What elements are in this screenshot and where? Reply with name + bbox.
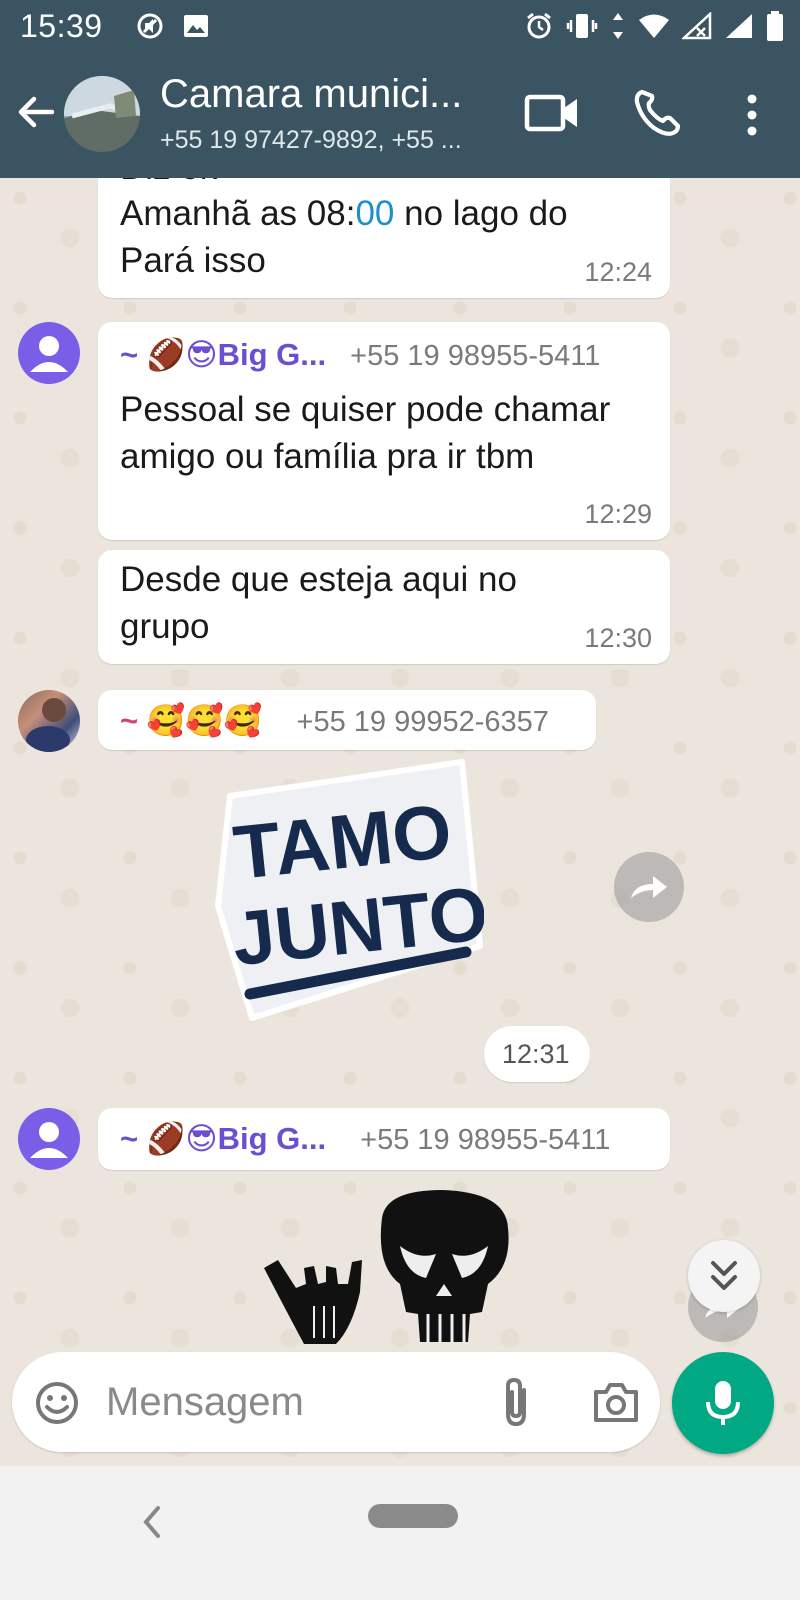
- data-arrows-icon: [613, 13, 623, 39]
- mic-icon: [706, 1381, 740, 1425]
- message-time: 12:29: [584, 499, 652, 529]
- message-text: Pessoal se quiser pode chamar amigo ou f…: [120, 390, 611, 476]
- nav-home-pill[interactable]: [368, 1504, 458, 1528]
- group-participants[interactable]: +55 19 97427-9892, +55 ...: [160, 126, 490, 155]
- sender-phone[interactable]: +55 19 99952-6357: [297, 706, 549, 739]
- more-vert-icon[interactable]: [732, 90, 772, 140]
- scroll-to-bottom-button[interactable]: [688, 1240, 760, 1312]
- mic-button[interactable]: [672, 1352, 774, 1454]
- shaka-hand-icon: [264, 1260, 362, 1344]
- nav-back-icon[interactable]: [136, 1502, 166, 1542]
- camera-icon[interactable]: [592, 1380, 640, 1424]
- message-time: 12:24: [584, 257, 652, 287]
- sticker-tamo-junto[interactable]: TAMO JUNTO: [212, 756, 492, 1024]
- message-input[interactable]: [106, 1376, 476, 1428]
- time-pill: 12:31: [484, 1026, 590, 1082]
- double-chevron-down-icon: [711, 1261, 737, 1290]
- avatar[interactable]: [18, 1108, 80, 1170]
- phone-link-digits[interactable]: 00: [355, 194, 394, 233]
- signal-x-icon: [682, 12, 712, 40]
- sender-name[interactable]: ~ 🥰🥰🥰: [120, 702, 263, 739]
- status-bar: 15:39: [0, 0, 800, 52]
- punisher-skull-icon: [380, 1190, 509, 1342]
- message-bubble[interactable]: Desde que esteja aqui no grupo 12:30: [98, 550, 670, 664]
- message-text: Desde que esteja aqui no grupo: [120, 560, 517, 646]
- message-composer[interactable]: [12, 1352, 660, 1452]
- forward-icon: [631, 876, 667, 898]
- group-avatar[interactable]: [64, 76, 140, 152]
- battery-icon: [767, 11, 783, 41]
- message-time: 12:31: [502, 1039, 570, 1069]
- avatar[interactable]: [18, 322, 80, 384]
- sender-header-bubble[interactable]: ~ 🥰🥰🥰 +55 19 99952-6357: [98, 690, 596, 750]
- sender-header-bubble[interactable]: ~ 🏈😎Big G... +55 19 98955-5411: [98, 1108, 670, 1170]
- status-time: 15:39: [20, 8, 103, 44]
- system-nav-bar: [0, 1466, 800, 1600]
- sender-phone[interactable]: +55 19 98955-5411: [350, 340, 600, 373]
- wifi-icon: [639, 14, 669, 38]
- emoji-icon[interactable]: [34, 1380, 80, 1426]
- message-time: 12:30: [584, 623, 652, 653]
- signal-icon: [726, 14, 752, 38]
- sender-phone[interactable]: +55 19 98955-5411: [360, 1124, 610, 1157]
- group-title[interactable]: Camara munici...: [160, 72, 490, 117]
- chat-header: Camara munici... +55 19 97427-9892, +55 …: [0, 52, 800, 178]
- alarm-icon: [527, 12, 551, 39]
- message-bubble[interactable]: Diz ok Amanhã as 08:00 no lago do Pará i…: [98, 178, 670, 298]
- video-call-icon[interactable]: [524, 90, 580, 136]
- image-icon: [184, 15, 208, 37]
- avatar[interactable]: [18, 690, 80, 752]
- attach-icon[interactable]: [496, 1376, 536, 1428]
- sticker-shaka-punisher[interactable]: [256, 1188, 516, 1348]
- chat-area[interactable]: Diz ok Amanhã as 08:00 no lago do Pará i…: [0, 178, 800, 1478]
- message-text: Amanhã as 08:00 no lago do Pará isso: [120, 194, 568, 280]
- back-arrow-icon[interactable]: [14, 90, 58, 134]
- sender-name[interactable]: ~ 🏈😎Big G...: [120, 1120, 326, 1157]
- mute-icon: [137, 13, 163, 39]
- forward-button[interactable]: [614, 852, 684, 922]
- vibrate-icon: [566, 14, 598, 38]
- phone-icon[interactable]: [632, 88, 682, 138]
- sender-name[interactable]: ~ 🏈😎Big G...: [120, 336, 326, 373]
- message-bubble[interactable]: ~ 🏈😎Big G... +55 19 98955-5411 Pessoal s…: [98, 322, 670, 540]
